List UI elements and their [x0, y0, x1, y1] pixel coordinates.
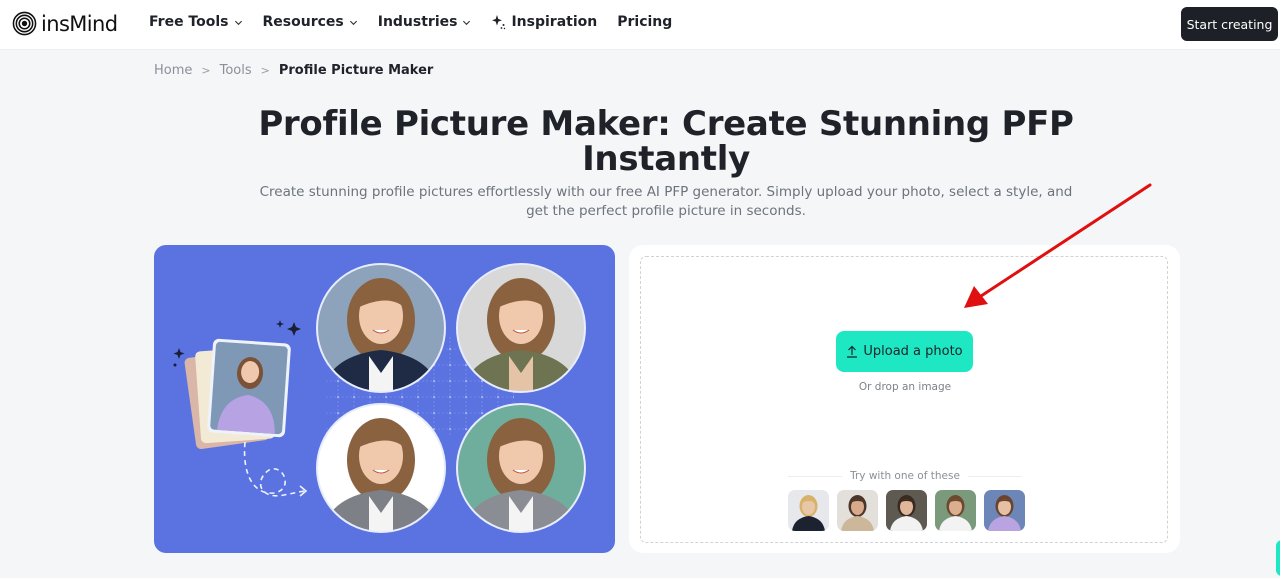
menu-label: Pricing: [617, 14, 673, 30]
main-menu: Free Tools Resources Industries Inspirat…: [149, 14, 692, 30]
divider-line: [967, 475, 1023, 477]
breadcrumb: Home > Tools > Profile Picture Maker: [154, 63, 433, 78]
sample-images: [788, 490, 1033, 531]
try-samples-label: Try with one of these: [850, 470, 960, 482]
menu-industries[interactable]: Industries: [378, 14, 472, 30]
breadcrumb-separator-icon: >: [201, 64, 211, 77]
top-nav: insMind Free Tools Resources Industries …: [0, 0, 1280, 50]
menu-label: Resources: [262, 14, 344, 30]
sample-thumbnail: [837, 490, 878, 531]
sample-thumbnail: [886, 490, 927, 531]
breadcrumb-separator-icon: >: [260, 64, 270, 77]
result-portrait: [456, 403, 586, 533]
try-samples-divider: Try with one of these: [788, 470, 1023, 482]
menu-label: Inspiration: [511, 14, 598, 30]
brand-name: insMind: [41, 11, 118, 36]
breadcrumb-home[interactable]: Home: [154, 63, 192, 78]
sample-woman-blazer[interactable]: [788, 490, 829, 531]
brand-logo[interactable]: insMind: [12, 11, 118, 36]
sample-thumbnail: [984, 490, 1025, 531]
upload-photo-button[interactable]: Upload a photo: [836, 331, 973, 372]
sparkle-icon: [492, 15, 506, 30]
sample-woman-white[interactable]: [886, 490, 927, 531]
flow-path: [243, 441, 305, 497]
chevron-down-icon: [463, 20, 471, 25]
hero-illustration: [154, 245, 615, 553]
insmind-logo-icon: [12, 11, 37, 36]
source-photo-stack: [184, 338, 291, 450]
sample-thumbnail: [935, 490, 976, 531]
chevron-down-icon: [234, 20, 242, 25]
sample-thumbnail: [788, 490, 829, 531]
drop-zone[interactable]: Upload a photo Or drop an image Try with…: [640, 256, 1168, 543]
drop-hint: Or drop an image: [858, 381, 952, 393]
floating-help-button[interactable]: [1276, 540, 1280, 576]
illustration-art: [173, 263, 586, 533]
menu-label: Industries: [377, 14, 458, 30]
sample-man-outdoor[interactable]: [935, 490, 976, 531]
sample-woman-lavender[interactable]: [984, 490, 1025, 531]
page-title: Profile Picture Maker: Create Stunning P…: [258, 104, 1074, 179]
upload-card: Upload a photo Or drop an image Try with…: [629, 245, 1180, 553]
breadcrumb-current: Profile Picture Maker: [278, 63, 434, 78]
breadcrumb-tools[interactable]: Tools: [220, 63, 252, 78]
upload-icon: [847, 345, 858, 358]
menu-label: Free Tools: [149, 14, 229, 30]
chevron-down-icon: [349, 20, 357, 25]
menu-inspiration[interactable]: Inspiration: [491, 14, 597, 30]
upload-button-label: Upload a photo: [863, 344, 963, 359]
divider-line: [788, 475, 843, 477]
start-creating-button[interactable]: Start creating: [1181, 7, 1278, 41]
menu-resources[interactable]: Resources: [263, 14, 358, 30]
sample-man-beige[interactable]: [837, 490, 878, 531]
menu-free-tools[interactable]: Free Tools: [149, 14, 243, 30]
result-portrait: [316, 403, 446, 533]
menu-pricing[interactable]: Pricing: [617, 14, 672, 30]
source-photo: [207, 338, 291, 438]
page-subtitle: Create stunning profile pictures effortl…: [259, 184, 1073, 219]
